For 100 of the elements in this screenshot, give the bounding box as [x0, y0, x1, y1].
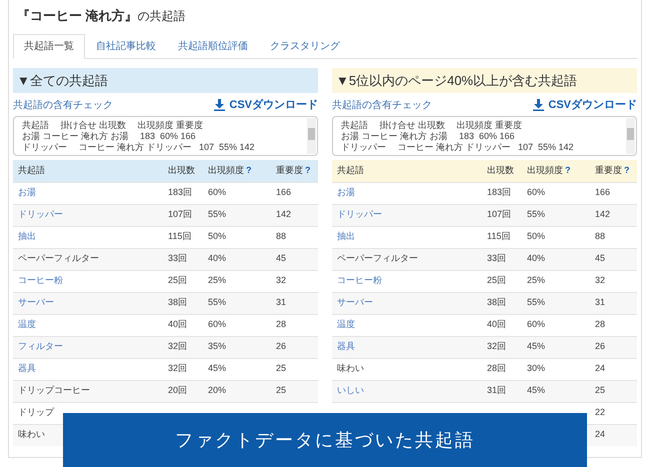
importance-cell: 32: [595, 275, 606, 286]
count-cell: 31回: [487, 385, 506, 396]
csv-text-area[interactable]: 共起語 掛け合せ 出現数 出現頻度 重要度 お湯 コーヒー 淹れ方 お湯 183 60% 166 ドリッパー コーヒー 淹れ方 ドリッパー 107 55% 142: [332, 116, 637, 156]
importance-cell: 24: [595, 363, 606, 374]
caption-banner: ファクトデータに基づいた共起語: [63, 413, 587, 467]
co-word[interactable]: 抽出: [18, 231, 36, 242]
tab[interactable]: 共起語順位評価: [167, 34, 259, 58]
tab[interactable]: クラスタリング: [259, 34, 351, 58]
frequency-cell: 40%: [208, 253, 226, 264]
count-cell: 25回: [487, 275, 506, 286]
column-header: 出現頻度: [527, 164, 563, 177]
scrollbar[interactable]: [626, 118, 635, 154]
importance-cell: 25: [276, 385, 286, 396]
section-heading: ▼全ての共起語: [13, 68, 318, 93]
importance-cell: 22: [595, 407, 606, 418]
frequency-cell: 25%: [527, 275, 546, 286]
content-check-link[interactable]: 共起語の含有チェック: [13, 98, 113, 113]
column-header: 出現頻度: [208, 164, 244, 177]
co-word[interactable]: フィルター: [18, 341, 63, 352]
co-word[interactable]: サーバー: [337, 297, 373, 308]
section-heading: ▼5位以内のページ40%以上が含む共起語: [332, 68, 637, 93]
count-cell: 183回: [168, 187, 192, 198]
count-cell: 115回: [487, 231, 510, 242]
frequency-cell: 55%: [208, 209, 226, 220]
help-mark[interactable]: ?: [624, 164, 630, 178]
csv-download-button[interactable]: CSVダウンロード: [214, 97, 318, 114]
frequency-cell: 60%: [208, 319, 226, 330]
co-word[interactable]: 抽出: [337, 231, 355, 242]
column-header: 出現数: [168, 164, 195, 177]
co-word[interactable]: いしい: [337, 385, 364, 396]
help-mark[interactable]: ?: [565, 164, 570, 178]
count-cell: 40回: [487, 319, 506, 330]
column-header: 共起語: [18, 164, 45, 177]
co-word: 味わい: [18, 429, 45, 440]
frequency-cell: 50%: [527, 231, 546, 242]
importance-cell: 25: [276, 363, 286, 374]
frequency-cell: 60%: [527, 187, 546, 198]
frequency-cell: 25%: [208, 275, 226, 286]
column-header: 重要度: [276, 164, 303, 177]
importance-cell: 25: [595, 385, 606, 396]
co-word[interactable]: お湯: [337, 187, 355, 198]
csv-text-area[interactable]: 共起語 掛け合せ 出現数 出現頻度 重要度 お湯 コーヒー 淹れ方 お湯 183 60% 166 ドリッパー コーヒー 淹れ方 ドリッパー 107 55% 142: [13, 116, 318, 156]
co-word[interactable]: コーヒー粉: [337, 275, 382, 286]
co-word[interactable]: コーヒー粉: [18, 275, 63, 286]
co-word: ドリップ: [18, 407, 54, 418]
frequency-cell: 60%: [527, 319, 546, 330]
frequency-cell: 45%: [527, 341, 546, 352]
help-mark[interactable]: ?: [305, 164, 310, 178]
tab[interactable]: 自社記事比較: [85, 34, 167, 58]
column-header: 重要度: [595, 164, 622, 177]
importance-cell: 28: [595, 319, 606, 330]
importance-cell: 166: [595, 187, 610, 198]
frequency-cell: 60%: [208, 187, 226, 198]
co-word[interactable]: ドリッパー: [18, 209, 63, 220]
count-cell: 38回: [168, 297, 188, 308]
count-cell: 33回: [168, 253, 188, 264]
frequency-cell: 20%: [208, 385, 226, 396]
co-word[interactable]: 器具: [337, 341, 355, 352]
co-word[interactable]: サーバー: [18, 297, 54, 308]
co-word[interactable]: ドリッパー: [337, 209, 382, 220]
tab[interactable]: 共起語一覧: [13, 34, 85, 58]
co-word: ペーパーフィルター: [18, 253, 99, 264]
co-word[interactable]: 温度: [18, 319, 36, 330]
importance-cell: 166: [276, 187, 292, 198]
frequency-cell: 45%: [527, 385, 546, 396]
download-icon: [533, 99, 544, 112]
count-cell: 25回: [168, 275, 188, 286]
importance-cell: 26: [276, 341, 286, 352]
frequency-cell: 35%: [208, 341, 226, 352]
co-word[interactable]: 温度: [337, 319, 355, 330]
content-check-link[interactable]: 共起語の含有チェック: [332, 98, 432, 113]
count-cell: 32回: [487, 341, 506, 352]
count-cell: 32回: [168, 363, 188, 374]
frequency-cell: 50%: [208, 231, 226, 242]
column-header: 共起語: [337, 164, 364, 177]
help-mark[interactable]: ?: [246, 164, 252, 178]
importance-cell: 26: [595, 341, 606, 352]
importance-cell: 88: [276, 231, 286, 242]
count-cell: 32回: [168, 341, 188, 352]
importance-cell: 32: [276, 275, 286, 286]
count-cell: 40回: [168, 319, 188, 330]
importance-cell: 142: [276, 209, 292, 220]
count-cell: 28回: [487, 363, 506, 374]
importance-cell: 45: [595, 253, 606, 264]
importance-cell: 142: [595, 209, 610, 220]
page-title: 『コーヒー 淹れ方』: [17, 7, 138, 25]
importance-cell: 31: [276, 297, 286, 308]
frequency-cell: 45%: [208, 363, 226, 374]
importance-cell: 31: [595, 297, 606, 308]
csv-download-button[interactable]: CSVダウンロード: [533, 97, 637, 114]
frequency-cell: 55%: [527, 209, 546, 220]
count-cell: 38回: [487, 297, 506, 308]
count-cell: 107回: [168, 209, 192, 220]
scrollbar[interactable]: [307, 118, 316, 154]
page-title-suffix: の共起語: [138, 8, 186, 25]
co-word[interactable]: お湯: [18, 187, 36, 198]
frequency-cell: 55%: [527, 297, 546, 308]
download-icon: [214, 99, 226, 112]
count-cell: 115回: [168, 231, 192, 242]
co-word[interactable]: 器具: [18, 363, 36, 374]
